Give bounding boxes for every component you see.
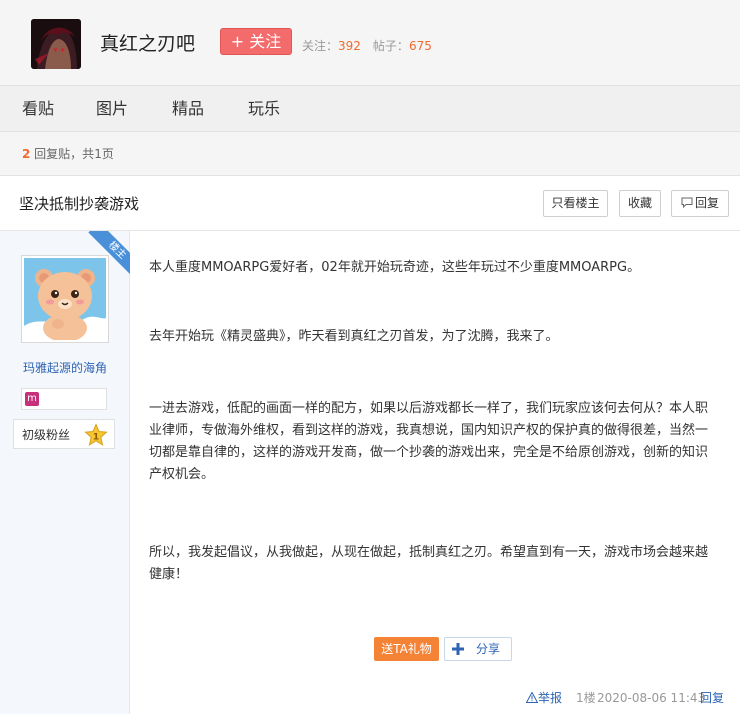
share-label: 分享 <box>476 642 501 656</box>
report-label: 举报 <box>538 691 563 705</box>
nav-tab-posts[interactable]: 看贴 <box>22 98 54 120</box>
page-suffix: 页 <box>101 147 114 161</box>
member-badge-icon[interactable]: m <box>25 392 39 406</box>
thread-reply-button[interactable]: 回复 <box>671 190 729 217</box>
nav-tab-images[interactable]: 图片 <box>96 98 128 120</box>
thread-title: 坚决抵制抄袭游戏 <box>19 195 140 213</box>
follow-button[interactable]: + 关注 <box>220 28 292 55</box>
posts-label: 帖子： <box>372 39 409 53</box>
thread-title-bar: 坚决抵制抄袭游戏 只看楼主 收藏 回复 <box>0 177 740 231</box>
page-count: 1 <box>94 147 102 161</box>
forum-stats: 关注：392 帖子：675 <box>302 38 432 54</box>
reply-suffix: 回复贴，共 <box>30 147 95 161</box>
level-star-icon: 1 <box>84 423 108 446</box>
post-content: 本人重度MMOARPG爱好者，02年就开始玩奇迹，这些年玩过不少重度MMOARP… <box>149 231 729 714</box>
warning-icon <box>525 691 539 703</box>
reply-pager: 2 回复贴，共1页 <box>0 132 740 176</box>
thread-reply-label: 回复 <box>694 196 719 210</box>
comment-icon <box>681 197 693 209</box>
author-level: 初级粉丝 1 <box>13 419 115 449</box>
only-op-button[interactable]: 只看楼主 <box>543 190 608 217</box>
level-title: 初级粉丝 <box>22 428 71 442</box>
followers-count: 392 <box>338 39 361 53</box>
author-name[interactable]: 玛雅起源的海角 <box>0 360 130 376</box>
post-time: 2020-08-06 11:43 <box>597 691 706 705</box>
post-paragraph: 本人重度MMOARPG爱好者，02年就开始玩奇迹，这些年玩过不少重度MMOARP… <box>149 260 641 275</box>
post-reply-link[interactable]: 回复 <box>700 690 724 706</box>
author-badge-bar: m <box>21 388 107 410</box>
forum-avatar[interactable] <box>31 19 81 69</box>
author-panel: 楼主 玛雅起源的海角 m 初级粉丝 1 <box>0 231 130 714</box>
author-avatar[interactable] <box>21 255 109 343</box>
floor-number: 1楼 <box>576 691 596 705</box>
post-paragraph: 所以，我发起倡议，从我做起，从现在做起，抵制真红之刃。希望直到有一天，游戏市场会… <box>149 545 709 582</box>
posts-count: 675 <box>408 39 432 53</box>
nav-tab-featured[interactable]: 精品 <box>172 98 204 120</box>
nav-tab-fun[interactable]: 玩乐 <box>248 98 280 120</box>
forum-nav: 看贴 图片 精品 玩乐 <box>0 86 740 132</box>
forum-name[interactable]: 真红之刃吧 <box>100 31 195 57</box>
post-paragraph: 一进去游戏，低配的画面一样的配方，如果以后游戏都长一样了，我们玩家应该何去何从？… <box>149 401 709 482</box>
followers-label: 关注： <box>302 39 339 53</box>
send-gift-button[interactable]: 送TA礼物 <box>374 637 439 661</box>
level-number: 1 <box>93 433 99 443</box>
forum-header: 真红之刃吧 + 关注 关注：392 帖子：675 <box>0 0 740 86</box>
post-paragraph: 去年开始玩《精灵盛典》，昨天看到真红之刃首发，为了沈腾，我来了。 <box>149 329 559 344</box>
reply-summary: 2 回复贴，共1页 <box>22 146 114 162</box>
post-footer: 举报 1楼 2020-08-06 11:43 回复 <box>149 690 729 706</box>
report-link[interactable]: 举报 <box>525 690 563 706</box>
favorite-button[interactable]: 收藏 <box>619 190 661 217</box>
plus-icon <box>452 643 464 655</box>
share-button[interactable]: 分享 <box>444 637 512 661</box>
